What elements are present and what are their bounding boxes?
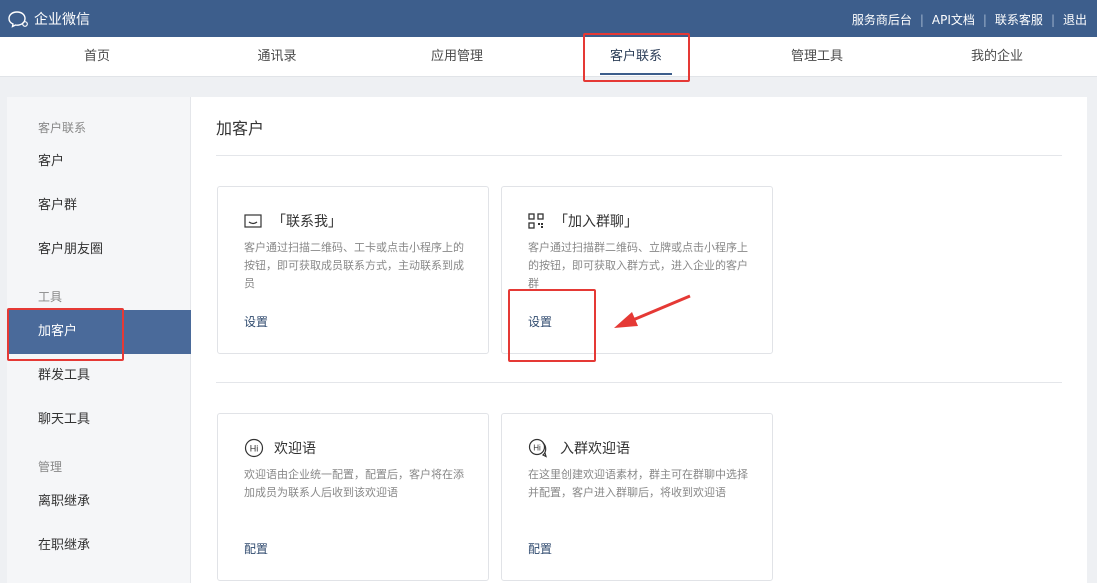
card-description: 客户通过扫描二维码、工卡或点击小程序上的按钮，即可获取成员联系方式，主动联系到成… [244, 241, 464, 290]
card-title-text: 「加入群聊」 [554, 214, 638, 230]
nav-home[interactable]: 首页 [37, 37, 157, 77]
config-button[interactable]: 配置 [528, 540, 552, 557]
sidebar-item-resigned-inherit[interactable]: 离职继承 [7, 480, 191, 524]
separator: | [919, 12, 924, 27]
annotation-arrow-icon [614, 294, 691, 328]
card-description: 客户通过扫描群二维码、立牌或点击小程序上的按钮，即可获取入群方式，进入企业的客户… [528, 241, 748, 290]
sidebar-item-chat-tools[interactable]: 聊天工具 [7, 398, 191, 442]
wecom-logo-icon [8, 11, 28, 28]
sidebar-item-customer-groups[interactable]: 客户群 [7, 184, 191, 228]
sidebar-heading-tools: 工具 [38, 290, 63, 304]
top-links: 服务商后台 | API文档 | 联系客服 | 退出 [852, 11, 1087, 28]
link-logout[interactable]: 退出 [1063, 11, 1087, 28]
content-panel: 客户联系 客户 客户群 客户朋友圈 工具 加客户 群发工具 聊天工具 管理 离职… [7, 97, 1087, 583]
qr-code-icon [528, 213, 544, 229]
app-logo[interactable]: 企业微信 [8, 9, 90, 29]
sidebar: 客户联系 客户 客户群 客户朋友圈 工具 加客户 群发工具 聊天工具 管理 离职… [7, 97, 191, 583]
chat-window-icon [244, 214, 262, 228]
card-title: 「加入群聊」 [528, 211, 638, 231]
card-contact-me: 「联系我」 客户通过扫描二维码、工卡或点击小程序上的按钮，即可获取成员联系方式，… [217, 186, 489, 354]
sidebar-item-add-customer[interactable]: 加客户 [7, 310, 191, 354]
card-group-welcome: Hi 入群欢迎语 在这里创建欢迎语素材，群主可在群聊中选择并配置，客户进入群聊后… [501, 413, 773, 581]
card-title-text: 「联系我」 [272, 214, 342, 230]
main-content: 加客户 「联系我」 客户通过扫描二维码、工卡或点击小程序上的按钮，即可获取成员联… [191, 97, 1087, 583]
separator: | [982, 12, 987, 27]
divider [216, 382, 1062, 383]
link-api-docs[interactable]: API文档 [932, 11, 975, 28]
nav-contacts[interactable]: 通讯录 [217, 37, 337, 77]
card-title: Hi 欢迎语 [244, 438, 316, 458]
sidebar-item-customers[interactable]: 客户 [7, 140, 191, 184]
card-title: Hi 入群欢迎语 [528, 438, 630, 458]
top-bar: 企业微信 服务商后台 | API文档 | 联系客服 | 退出 [0, 0, 1097, 37]
card-title-text: 入群欢迎语 [560, 441, 630, 457]
nav-apps[interactable]: 应用管理 [397, 37, 517, 77]
card-description: 欢迎语由企业统一配置，配置后，客户将在添加成员为联系人后收到该欢迎语 [244, 468, 464, 499]
page-title: 加客户 [216, 119, 265, 138]
nav-my-company[interactable]: 我的企业 [937, 37, 1057, 77]
nav-customer-contact[interactable]: 客户联系 [576, 37, 696, 77]
svg-text:Hi: Hi [250, 444, 259, 454]
sidebar-heading-customer: 客户联系 [38, 121, 87, 135]
nav-tools[interactable]: 管理工具 [757, 37, 877, 77]
svg-text:Hi: Hi [533, 444, 541, 453]
sidebar-item-mass-send[interactable]: 群发工具 [7, 354, 191, 398]
card-description: 在这里创建欢迎语素材，群主可在群聊中选择并配置，客户进入群聊后，将收到欢迎语 [528, 468, 748, 499]
hi-bubble-icon: Hi [528, 438, 547, 458]
card-welcome-message: Hi 欢迎语 欢迎语由企业统一配置，配置后，客户将在添加成员为联系人后收到该欢迎… [217, 413, 489, 581]
main-nav: 首页 通讯录 应用管理 客户联系 管理工具 我的企业 [0, 37, 1097, 77]
link-provider[interactable]: 服务商后台 [852, 11, 912, 28]
setup-button[interactable]: 设置 [528, 313, 552, 330]
sidebar-item-moments[interactable]: 客户朋友圈 [7, 228, 191, 272]
link-support[interactable]: 联系客服 [995, 11, 1043, 28]
config-button[interactable]: 配置 [244, 540, 268, 557]
setup-button[interactable]: 设置 [244, 313, 268, 330]
sidebar-item-onjob-inherit[interactable]: 在职继承 [7, 524, 191, 568]
card-title: 「联系我」 [244, 211, 342, 231]
card-title-text: 欢迎语 [274, 441, 316, 457]
separator: | [1050, 12, 1055, 27]
hi-icon: Hi [244, 438, 264, 458]
sidebar-heading-manage: 管理 [38, 460, 63, 474]
divider [216, 155, 1062, 156]
app-title: 企业微信 [34, 12, 90, 28]
